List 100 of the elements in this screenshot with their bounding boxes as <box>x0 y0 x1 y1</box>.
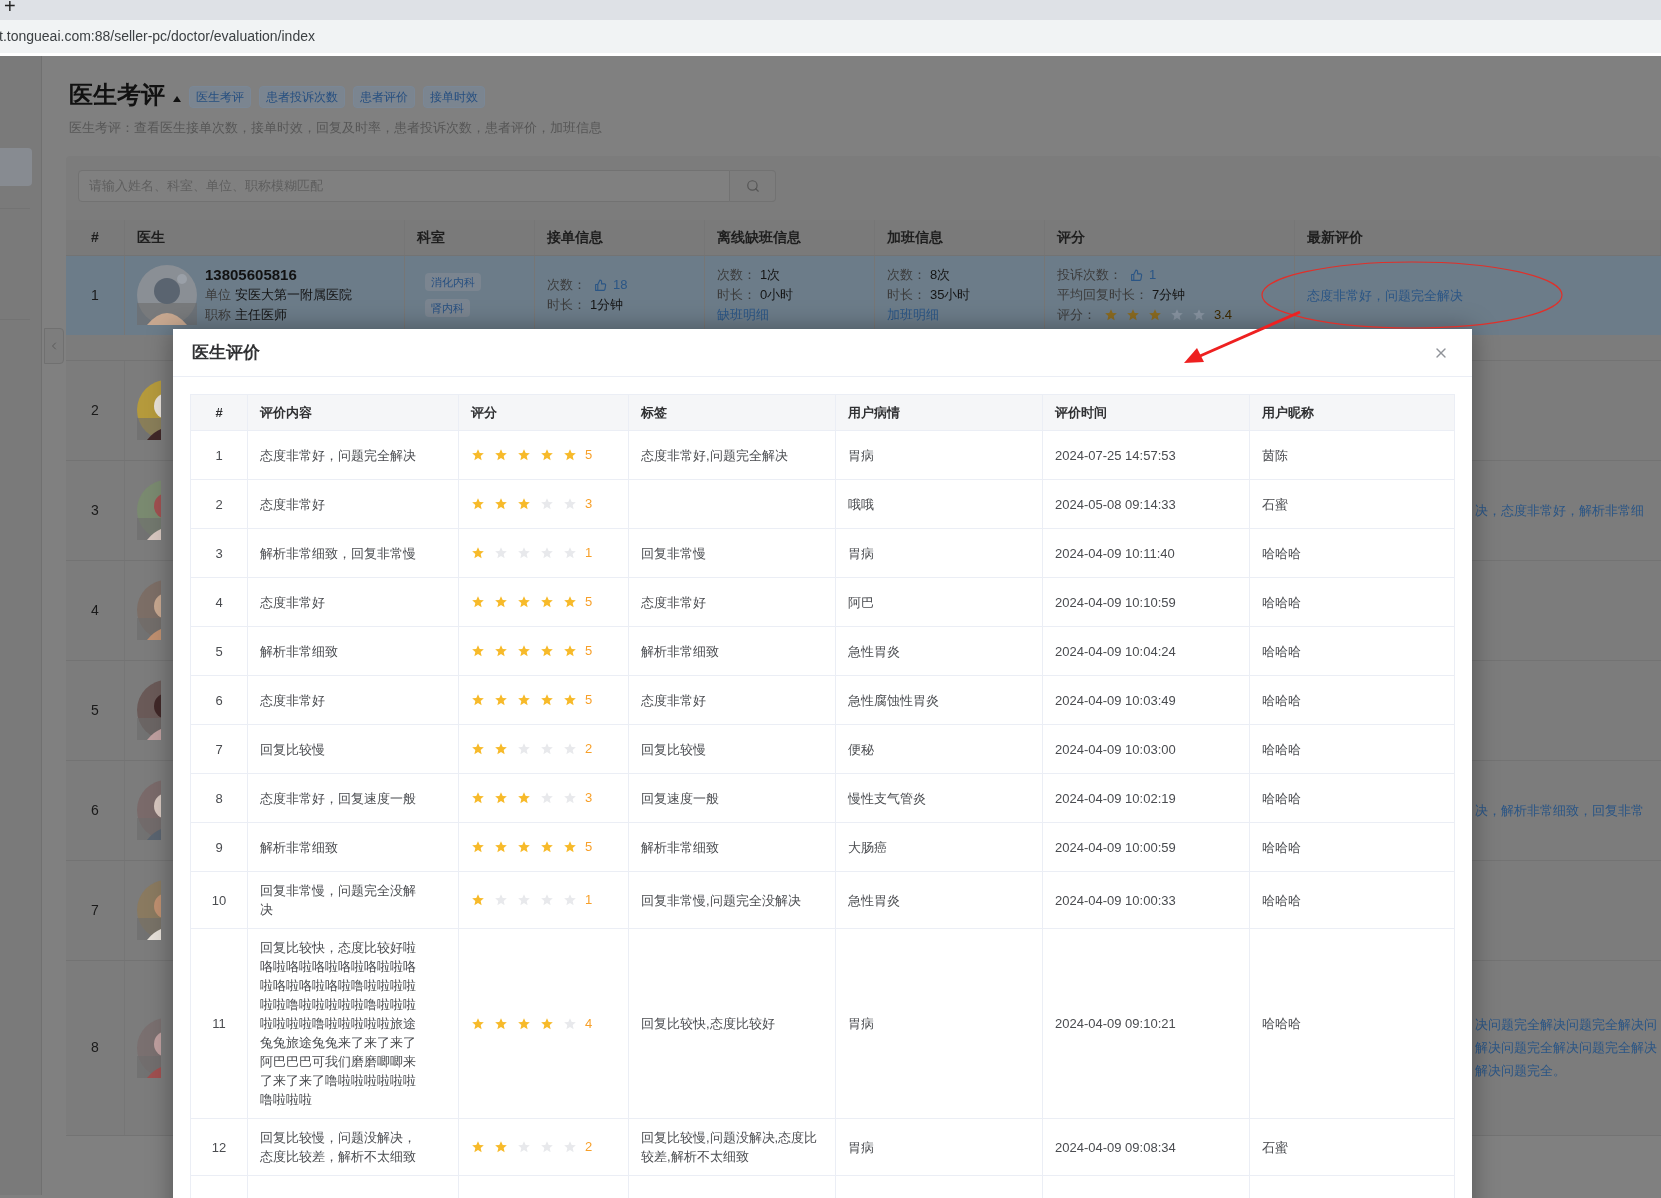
field-label: 次数： <box>547 276 586 294</box>
table-cell: 2024-05-08 09:14:33 <box>1043 480 1250 528</box>
table-cell: 石蜜 <box>1250 1119 1455 1175</box>
page-title: 医生考评 <box>69 80 165 110</box>
star-icon <box>517 840 531 854</box>
star-icon <box>517 1016 531 1031</box>
department-tag: 肾内科 <box>425 299 470 317</box>
table-cell: 哈哈哈 <box>1250 823 1455 871</box>
table-cell: 8 <box>191 774 248 822</box>
star-icon <box>494 791 508 805</box>
field-label: 时长： <box>547 296 586 314</box>
latest-review-text[interactable]: 决问题完全解决问题完全解决问 <box>1475 1013 1661 1036</box>
average-reply-time: 7分钟 <box>1152 286 1186 304</box>
table-cell: 6 <box>191 676 248 724</box>
score-value: 3 <box>585 789 593 808</box>
star-icon <box>471 546 485 560</box>
table-cell: 2024-04-09 10:03:00 <box>1043 725 1250 773</box>
table-cell: 态度非常好，回复速度一般 <box>248 774 459 822</box>
star-icon <box>563 693 577 707</box>
table-cell: 解析非常细致 <box>629 627 836 675</box>
star-icon <box>517 595 531 609</box>
table-cell: 胃病 <box>836 431 1043 479</box>
column-header: 科室 <box>417 227 445 247</box>
table-cell: 4 <box>191 578 248 626</box>
star-icon <box>517 448 531 462</box>
score-value: 1 <box>585 544 593 563</box>
star-icon <box>563 644 577 658</box>
table-cell: 阿巴 <box>836 578 1043 626</box>
order-count-link[interactable]: 18 <box>594 275 628 295</box>
table-cell: 茵陈 <box>1250 431 1455 479</box>
star-icon <box>494 497 508 511</box>
table-cell: 大肠癌 <box>836 823 1043 871</box>
doctor-unit: 安医大第一附属医院 <box>235 286 352 304</box>
table-cell: 2024-04-09 09:10:21 <box>1043 929 1250 1118</box>
table-cell: 回复非常慢，问题完全没解决 <box>248 872 459 928</box>
star-icon <box>494 742 508 756</box>
star-icon <box>494 693 508 707</box>
star-icon <box>471 742 485 756</box>
column-header: 用户昵称 <box>1262 403 1314 422</box>
star-icon <box>540 1016 554 1031</box>
absence-detail-link[interactable]: 缺班明细 <box>717 305 874 325</box>
search-button[interactable] <box>730 169 776 202</box>
star-icon <box>471 693 485 707</box>
new-tab-button[interactable]: + <box>4 0 16 12</box>
latest-review-text[interactable]: 决，态度非常好，解析非常细 <box>1475 498 1661 522</box>
table-cell: 哈哈哈 <box>1250 725 1455 773</box>
table-cell: 慢性支气管炎 <box>836 774 1043 822</box>
table-cell: 解析非常细致 <box>248 823 459 871</box>
column-header: 评价内容 <box>260 403 312 422</box>
score-value: 4 <box>585 1014 593 1033</box>
field-label: 投诉次数： <box>1057 266 1122 284</box>
star-icon <box>1148 308 1162 322</box>
address-bar-url[interactable]: t.tongueai.com:88/seller-pc/doctor/evaluation/index <box>0 26 315 47</box>
field-label: 时长： <box>887 286 926 304</box>
column-header: 离线缺班信息 <box>717 227 801 247</box>
tag[interactable]: 患者投诉次数 <box>259 86 345 108</box>
table-cell: 回复速度一般 <box>629 774 836 822</box>
row-number: 2 <box>91 400 99 420</box>
score-value: 5 <box>585 642 593 661</box>
table-cell: 3 <box>191 529 248 577</box>
table-cell: 9 <box>191 823 248 871</box>
star-icon <box>563 595 577 609</box>
search-icon <box>745 178 760 193</box>
table-cell: 胃病 <box>836 529 1043 577</box>
table-cell: 2024-04-09 10:04:24 <box>1043 627 1250 675</box>
star-icon <box>471 448 485 462</box>
column-header: 最新评价 <box>1307 227 1363 247</box>
latest-review-text[interactable]: 态度非常好，问题完全解决 <box>1307 283 1661 307</box>
star-icon <box>1104 308 1118 322</box>
table-cell: 态度非常好 <box>248 480 459 528</box>
dialog-title: 医生评价 <box>192 341 260 364</box>
star-icon <box>471 893 485 907</box>
table-cell: 回复比较慢 <box>629 725 836 773</box>
overtime-detail-link[interactable]: 加班明细 <box>887 305 1044 325</box>
table-cell: 2024-04-09 10:10:59 <box>1043 578 1250 626</box>
score-value: 3 <box>585 495 593 514</box>
latest-review-text[interactable]: 解决问题完全解决问题完全解决 <box>1475 1036 1661 1059</box>
table-cell: 态度非常好 <box>629 676 836 724</box>
tag[interactable]: 患者评价 <box>353 86 415 108</box>
table-cell: 石蜜 <box>1250 480 1455 528</box>
column-header: 加班信息 <box>887 227 943 247</box>
star-icon <box>563 448 577 462</box>
star-icon <box>471 644 485 658</box>
star-icon <box>1192 308 1206 322</box>
table-cell: 11 <box>191 929 248 1118</box>
star-icon <box>494 1016 508 1031</box>
column-header: 用户病情 <box>848 403 900 422</box>
table-cell: 胃病 <box>836 1119 1043 1175</box>
tag[interactable]: 医生考评 <box>189 86 251 108</box>
latest-review-text[interactable]: 解决问题完全。 <box>1475 1059 1661 1082</box>
column-header: 接单信息 <box>547 227 603 247</box>
field-label: 次数： <box>717 266 756 284</box>
table-cell: 哈哈哈 <box>1250 627 1455 675</box>
star-icon <box>471 497 485 511</box>
tag[interactable]: 接单时效 <box>423 86 485 108</box>
latest-review-text[interactable]: 决，解析非常细致，回复非常 <box>1475 798 1661 822</box>
row-number: 8 <box>91 1038 99 1057</box>
table-cell: 态度非常好,问题完全解决 <box>629 431 836 479</box>
score-value: 3.4 <box>1214 306 1233 324</box>
complaint-count-link[interactable]: 1 <box>1130 265 1157 285</box>
